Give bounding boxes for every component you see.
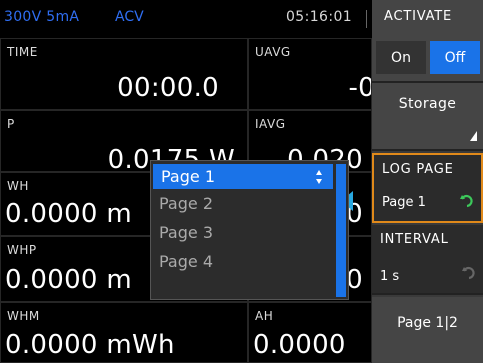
submenu-corner-icon [470, 131, 477, 141]
cell-whp-label: WHP [7, 243, 37, 257]
activate-off-button[interactable]: Off [430, 41, 480, 74]
cell-iavg-label: IAVG [255, 117, 286, 131]
cell-uavg-value: -0 [348, 73, 371, 103]
rotary-knob-icon [462, 266, 475, 280]
activate-softkey: ACTIVATE On Off [372, 0, 483, 83]
activate-on-button[interactable]: On [376, 41, 426, 74]
storage-label: Storage [398, 96, 457, 112]
dropdown-scrollbar[interactable] [336, 164, 346, 297]
dropdown-item-page-2[interactable]: Page 2 [151, 191, 333, 216]
range-indicator: 300V 5mA [4, 9, 80, 25]
up-down-arrows-icon [316, 170, 322, 184]
status-divider [366, 10, 367, 28]
activate-title: ACTIVATE [384, 9, 453, 24]
status-bar: 300V 5mA ACV 05:16:01 [0, 0, 372, 38]
dropdown-item-page-4[interactable]: Page 4 [151, 249, 333, 274]
cell-whp-value: 0.0000 m [5, 265, 132, 295]
interval-value: 1 s [380, 269, 400, 284]
interval-softkey[interactable]: INTERVAL 1 s [372, 225, 483, 295]
cell-wh-label: WH [7, 179, 29, 193]
page-dropdown[interactable]: Page 1 Page 2 Page 3 Page 4 [150, 160, 349, 300]
cell-time[interactable]: TIME 00:00.0 [0, 38, 248, 110]
dropdown-item-page-3[interactable]: Page 3 [151, 220, 333, 245]
cell-ah[interactable]: AH 0.0000 [248, 302, 372, 363]
cell-p-label: P [7, 117, 15, 131]
cell-whm-value: 0.0000 mWh [5, 330, 175, 360]
cell-time-label: TIME [7, 45, 38, 59]
cell-whm[interactable]: WHM 0.0000 mWh [0, 302, 248, 363]
page-softkey[interactable]: Page 1|2 [372, 297, 483, 363]
cell-ah-label: AH [255, 309, 274, 323]
clock: 05:16:01 [286, 9, 353, 25]
cell-wh-value: 0.0000 m [5, 199, 132, 229]
page-label: Page 1|2 [397, 315, 458, 331]
dropdown-item-page-1[interactable]: Page 1 [153, 164, 333, 189]
interval-title: INTERVAL [380, 232, 449, 247]
cell-ah-value: 0.0000 [253, 330, 346, 360]
log-page-softkey[interactable]: LOG PAGE Page 1 [372, 153, 483, 223]
cell-uavg[interactable]: UAVG -0 [248, 38, 372, 110]
cell-time-value: 00:00.0 [117, 73, 219, 103]
mode-indicator: ACV [115, 9, 144, 25]
cell-whm-label: WHM [7, 309, 40, 323]
log-page-value: Page 1 [382, 195, 426, 210]
log-page-title: LOG PAGE [382, 162, 454, 177]
storage-softkey[interactable]: Storage [372, 83, 483, 151]
softkey-panel: ACTIVATE On Off Storage LOG PAGE Page 1 … [372, 0, 483, 363]
rotary-knob-icon [460, 194, 473, 208]
cell-uavg-label: UAVG [255, 45, 291, 59]
dropdown-item-label: Page 1 [161, 167, 215, 186]
